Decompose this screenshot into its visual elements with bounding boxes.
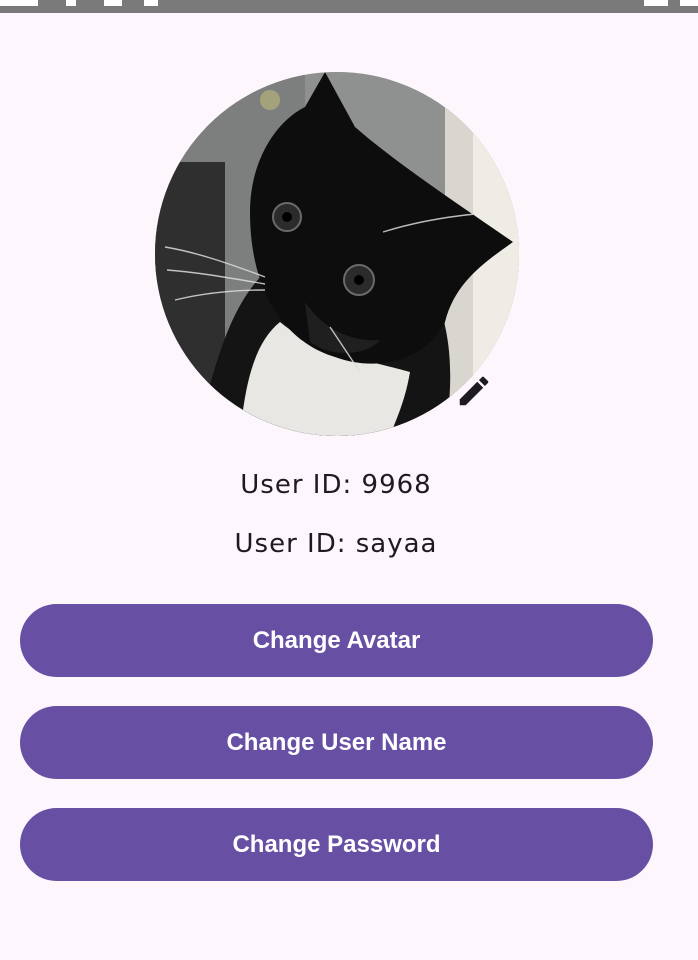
pencil-icon[interactable]: [455, 372, 493, 410]
signal-icon: [644, 0, 668, 6]
notification-icon: [66, 0, 76, 6]
status-bar: [0, 0, 698, 13]
avatar-container[interactable]: [155, 72, 519, 436]
change-avatar-button[interactable]: Change Avatar: [20, 604, 653, 677]
change-password-button[interactable]: Change Password: [20, 808, 653, 881]
notification-icon: [104, 0, 122, 6]
change-user-name-button[interactable]: Change User Name: [20, 706, 653, 779]
user-name-text: User ID: sayaa: [234, 529, 438, 559]
status-time: [0, 0, 38, 6]
battery-icon: [680, 0, 698, 6]
user-id-text: User ID: 9968: [240, 470, 432, 500]
notification-icon: [144, 0, 158, 6]
